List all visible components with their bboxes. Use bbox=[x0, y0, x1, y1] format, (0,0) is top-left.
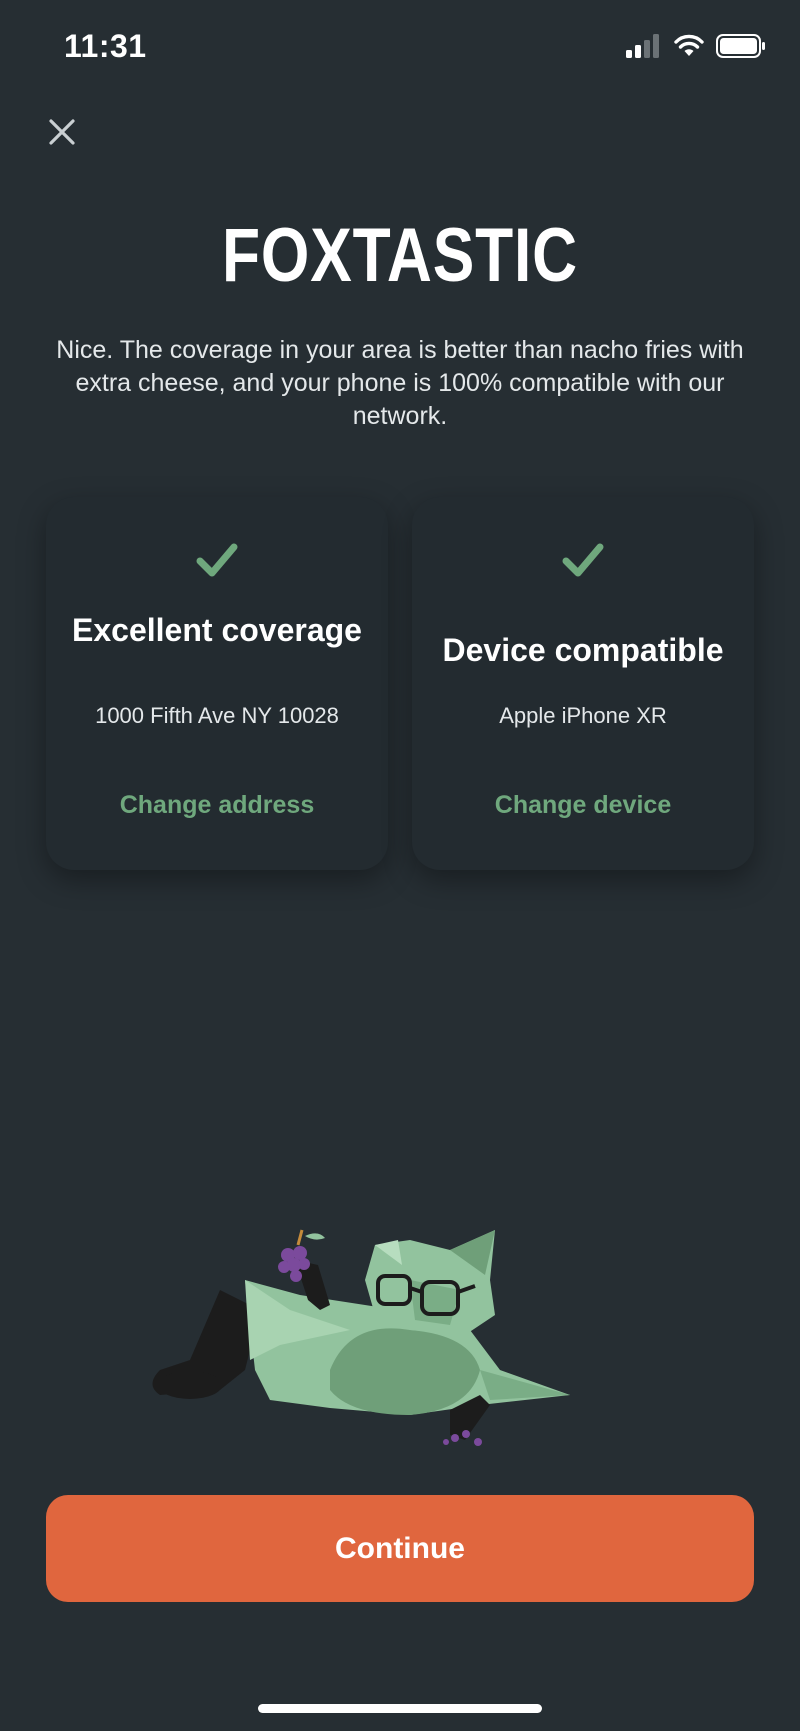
status-icons bbox=[626, 34, 766, 58]
battery-icon bbox=[716, 34, 765, 58]
check-icon bbox=[196, 543, 238, 577]
page-subtitle: Nice. The coverage in your area is bette… bbox=[56, 336, 744, 430]
coverage-title: Excellent coverage bbox=[72, 612, 362, 648]
check-icon bbox=[562, 543, 604, 577]
device-model: Apple iPhone XR bbox=[499, 703, 667, 728]
device-card: Device compatible Apple iPhone XR Change… bbox=[412, 497, 754, 870]
page-title: FOXTASTIC bbox=[222, 213, 578, 298]
change-address-link[interactable]: Change address bbox=[56, 791, 378, 820]
wifi-icon bbox=[674, 34, 704, 56]
close-icon bbox=[49, 119, 75, 145]
coverage-address: 1000 Fifth Ave NY 10028 bbox=[95, 703, 339, 728]
home-indicator[interactable] bbox=[258, 1704, 542, 1713]
status-time: 11:31 bbox=[64, 28, 147, 64]
device-title: Device compatible bbox=[442, 632, 724, 668]
close-button[interactable] bbox=[42, 112, 82, 152]
coverage-card: Excellent coverage 1000 Fifth Ave NY 100… bbox=[46, 497, 388, 870]
change-device-link[interactable]: Change device bbox=[422, 791, 744, 820]
continue-button[interactable]: Continue bbox=[46, 1495, 754, 1602]
signal-icon bbox=[626, 34, 659, 58]
status-bar: 11:31 bbox=[0, 0, 800, 100]
fox-mascot-illustration bbox=[152, 1229, 570, 1446]
